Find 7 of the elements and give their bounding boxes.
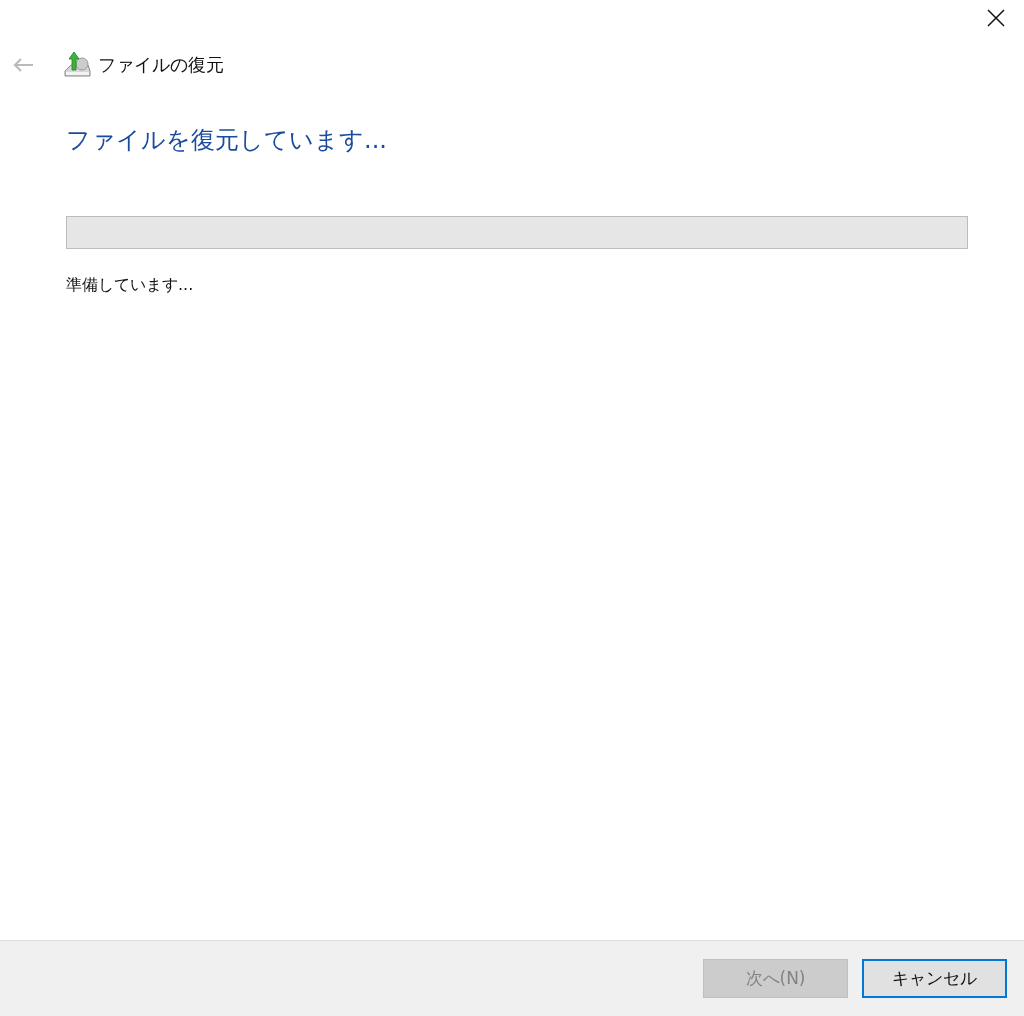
drive-with-arrow-icon bbox=[62, 51, 92, 79]
page-heading: ファイルを復元しています... bbox=[66, 125, 388, 156]
cancel-button[interactable]: キャンセル bbox=[862, 959, 1007, 998]
status-text: 準備しています... bbox=[66, 275, 195, 296]
back-arrow-icon bbox=[12, 57, 34, 73]
window-title: ファイルの復元 bbox=[98, 53, 224, 77]
close-icon bbox=[987, 9, 1005, 27]
